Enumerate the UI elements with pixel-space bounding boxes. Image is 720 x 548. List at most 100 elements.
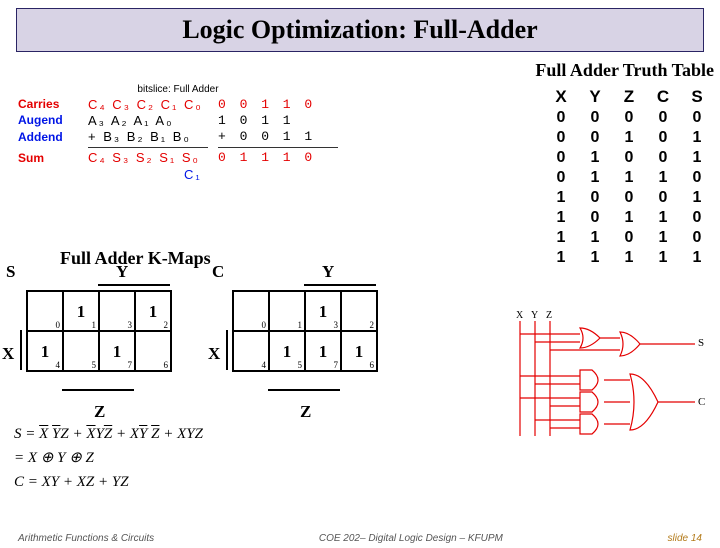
truth-table-heading: Full Adder Truth Table xyxy=(535,60,714,81)
slide-title: Logic Optimization: Full-Adder xyxy=(16,8,704,52)
tt-cell: 1 xyxy=(578,168,612,188)
c4-extra: C₁ xyxy=(88,167,208,183)
svg-text:Y: Y xyxy=(531,310,538,321)
th-z: Z xyxy=(612,86,646,108)
kmap-cell: 16 xyxy=(341,331,377,371)
slide-footer: Arithmetic Functions & Circuits COE 202–… xyxy=(0,533,720,544)
footer-center: COE 202– Digital Logic Design – KFUPM xyxy=(319,533,503,544)
tt-cell: 1 xyxy=(612,168,646,188)
tt-cell: 1 xyxy=(612,248,646,268)
svg-text:C: C xyxy=(698,396,705,408)
tt-cell: 0 xyxy=(646,108,680,128)
tt-cell: 0 xyxy=(680,228,714,248)
augend-bits: 1 0 1 1 xyxy=(218,113,338,129)
tt-cell: 1 xyxy=(544,228,578,248)
tt-cell: 0 xyxy=(578,188,612,208)
kmap-z-label: Z xyxy=(94,402,105,422)
kmap-s-label: S xyxy=(6,262,15,282)
kmap-y-label: Y xyxy=(322,262,334,282)
kmap-cell: 12 xyxy=(135,291,171,331)
boolean-equations: S = X YZ + XYZ + XY Z + XYZ = X ⊕ Y ⊕ Z … xyxy=(14,422,203,494)
svg-text:X: X xyxy=(516,310,524,321)
tt-cell: 1 xyxy=(578,148,612,168)
tt-cell: 1 xyxy=(578,248,612,268)
tt-cell: 0 xyxy=(646,188,680,208)
kmap-cell: 2 xyxy=(341,291,377,331)
tt-cell: 1 xyxy=(680,248,714,268)
tt-cell: 1 xyxy=(680,188,714,208)
tt-cell: 1 xyxy=(544,208,578,228)
equation-c: C = XY + XZ + YZ xyxy=(14,470,203,494)
kmap-y-label: Y xyxy=(116,262,128,282)
tt-cell: 0 xyxy=(612,188,646,208)
tt-cell: 0 xyxy=(544,108,578,128)
tt-cell: 1 xyxy=(646,248,680,268)
kmap-heading: Full Adder K-Maps xyxy=(60,248,211,269)
tt-cell: 1 xyxy=(612,208,646,228)
sum-bits: 0 1 1 1 0 xyxy=(218,150,338,166)
kmap-c: C Y X Z 0 1 13 2 4 15 17 16 xyxy=(212,282,390,402)
label-sum: Sum xyxy=(18,151,88,166)
label-addend: Addend xyxy=(18,130,88,145)
kmap-cell: 6 xyxy=(135,331,171,371)
kmap-cell: 5 xyxy=(63,331,99,371)
kmap-cell: 17 xyxy=(99,331,135,371)
tt-cell: 0 xyxy=(612,148,646,168)
equation-s-xor: = X ⊕ Y ⊕ Z xyxy=(14,446,203,470)
tt-cell: 0 xyxy=(646,148,680,168)
kmap-c-label: C xyxy=(212,262,224,282)
kmap-cell: 0 xyxy=(27,291,63,331)
tt-cell: 0 xyxy=(578,128,612,148)
tt-cell: 0 xyxy=(578,108,612,128)
th-c: C xyxy=(646,86,680,108)
tt-cell: 0 xyxy=(646,128,680,148)
tt-cell: 1 xyxy=(646,208,680,228)
carry-syms: C₄ C₃ C₂ C₁ C₀ xyxy=(88,97,208,113)
label-augend: Augend xyxy=(18,113,88,128)
truth-table: X Y Z C S 00000 00101 01001 01110 10001 … xyxy=(544,86,714,268)
equation-s-sop: S = X YZ + XYZ + XY Z + XYZ xyxy=(14,422,203,446)
svg-text:Z: Z xyxy=(546,310,552,321)
tt-cell: 0 xyxy=(544,148,578,168)
tt-cell: 0 xyxy=(612,228,646,248)
svg-text:S: S xyxy=(698,337,704,349)
tt-cell: 1 xyxy=(646,168,680,188)
tt-cell: 1 xyxy=(578,228,612,248)
th-x: X xyxy=(544,86,578,108)
kmap-area: S Y X Z 0 11 3 12 14 5 17 6 C Y X Z 0 xyxy=(6,282,390,402)
kmap-cell: 14 xyxy=(27,331,63,371)
kmap-cell: 15 xyxy=(269,331,305,371)
footer-left: Arithmetic Functions & Circuits xyxy=(18,533,154,544)
addition-diagram: bitslice: Full Adder Carries C₄ C₃ C₂ C₁… xyxy=(18,84,338,183)
kmap-x-label: X xyxy=(208,344,220,364)
tt-cell: 1 xyxy=(680,128,714,148)
carry-bits: 0 0 1 1 0 xyxy=(218,97,338,113)
kmap-cell: 0 xyxy=(233,291,269,331)
kmap-cell: 4 xyxy=(233,331,269,371)
footer-slide-number: slide 14 xyxy=(668,533,702,544)
kmap-cell: 3 xyxy=(99,291,135,331)
augend-syms: A₃ A₂ A₁ A₀ xyxy=(88,113,208,129)
tt-cell: 1 xyxy=(612,128,646,148)
kmap-cell: 13 xyxy=(305,291,341,331)
tt-cell: 0 xyxy=(612,108,646,128)
tt-cell: 1 xyxy=(646,228,680,248)
kmap-cell: 1 xyxy=(269,291,305,331)
label-carries: Carries xyxy=(18,97,88,112)
tt-cell: 0 xyxy=(680,108,714,128)
tt-cell: 1 xyxy=(680,148,714,168)
tt-cell: 0 xyxy=(544,128,578,148)
circuit-diagram: X Y Z S C xyxy=(510,306,710,446)
kmap-cell: 11 xyxy=(63,291,99,331)
addend-bits: + 0 0 1 1 xyxy=(218,129,338,145)
kmap-x-label: X xyxy=(2,344,14,364)
th-y: Y xyxy=(578,86,612,108)
sum-syms: C₄ S₃ S₂ S₁ S₀ xyxy=(88,150,208,166)
slide-body: Full Adder Truth Table bitslice: Full Ad… xyxy=(0,58,720,498)
tt-cell: 0 xyxy=(680,168,714,188)
kmap-cell: 17 xyxy=(305,331,341,371)
kmap-z-label: Z xyxy=(300,402,311,422)
kmap-s: S Y X Z 0 11 3 12 14 5 17 6 xyxy=(6,282,184,402)
addend-syms: + B₃ B₂ B₁ B₀ xyxy=(88,129,208,145)
tt-cell: 1 xyxy=(544,248,578,268)
